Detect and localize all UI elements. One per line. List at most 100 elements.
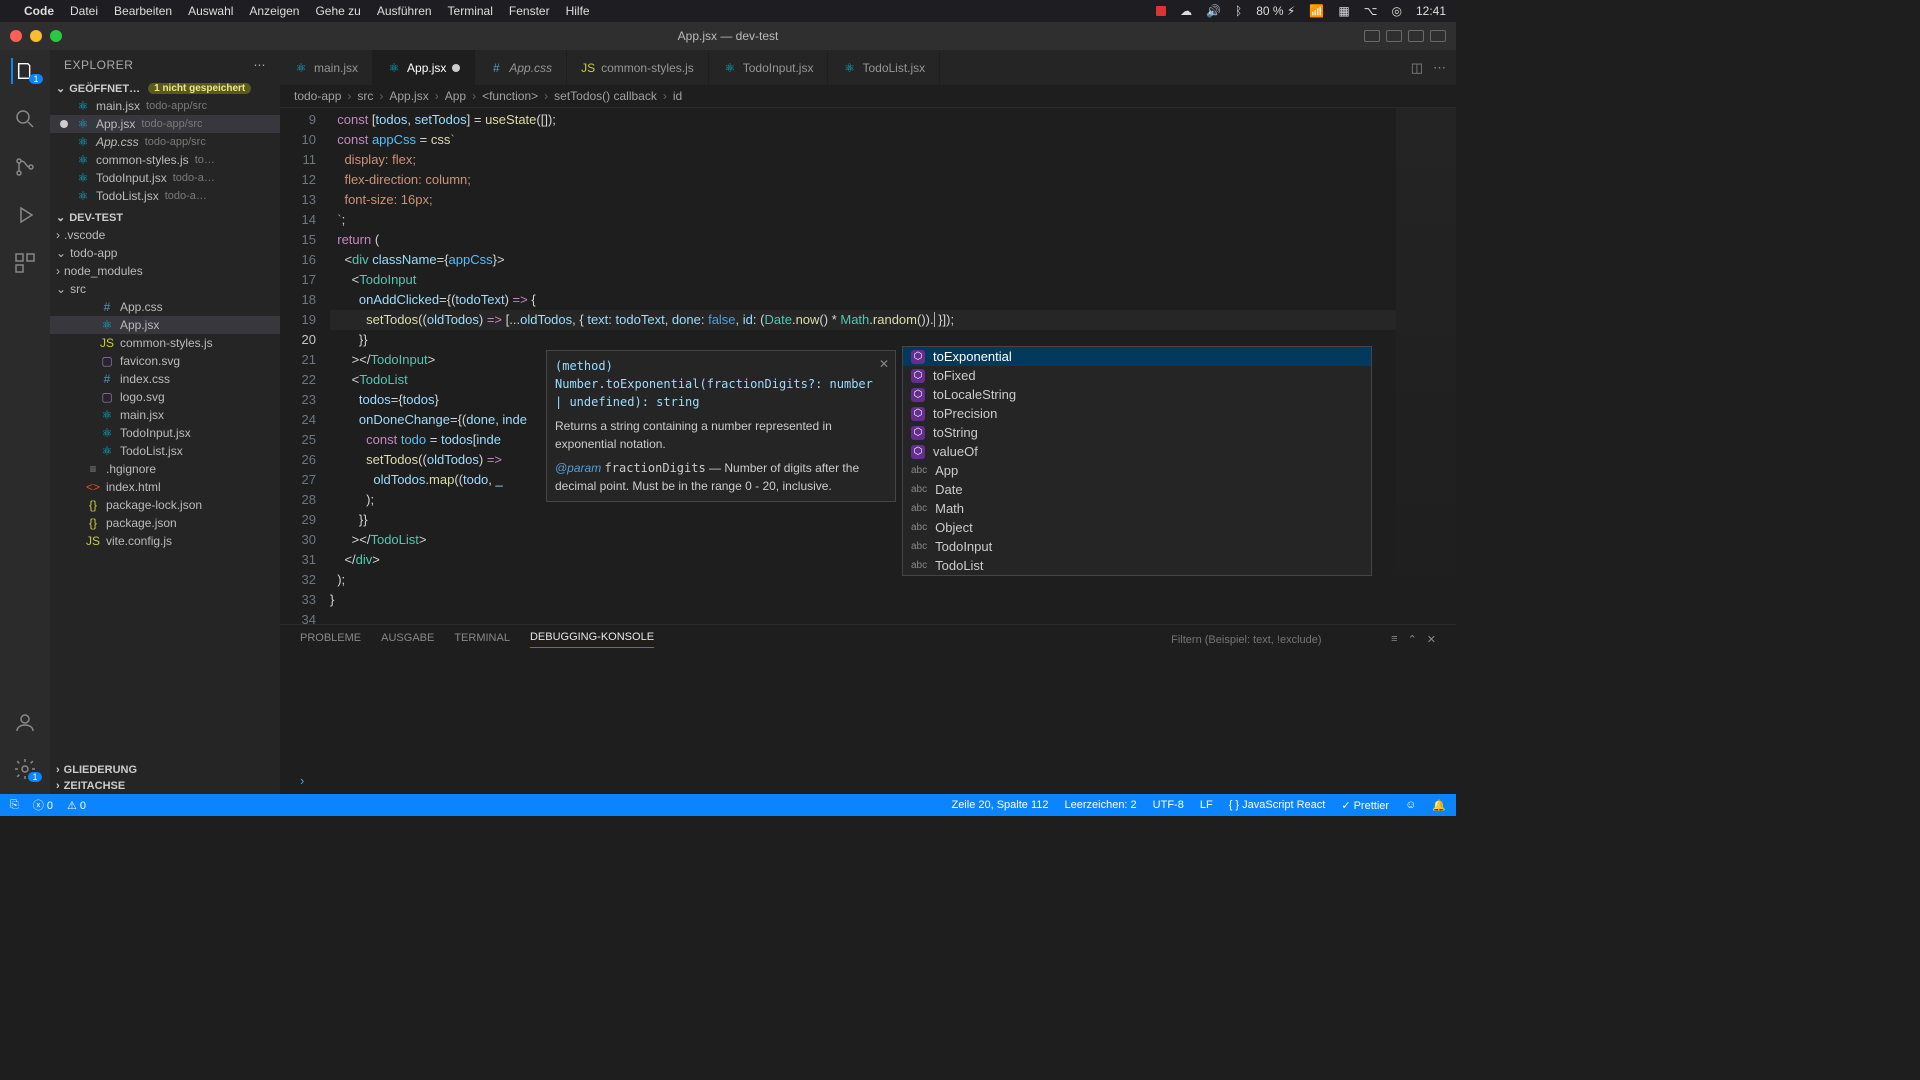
menu-selection[interactable]: Auswahl [188,4,233,18]
breadcrumb-item[interactable]: App.jsx [389,89,428,103]
layout-sidebar-icon[interactable] [1364,30,1380,42]
file-item[interactable]: JSvite.config.js [50,532,280,550]
breadcrumb-item[interactable]: setTodos() callback [554,89,657,103]
file-item[interactable]: <>index.html [50,478,280,496]
suggest-item[interactable]: ⬡toPrecision [903,404,1371,423]
panel-tab-debug-console[interactable]: DEBUGGING-KONSOLE [530,631,654,648]
editor-tab[interactable]: ⚛TodoInput.jsx [709,50,829,85]
status-warnings[interactable]: ⚠ 0 [67,799,86,812]
breadcrumb-item[interactable]: <function> [482,89,538,103]
status-spaces[interactable]: Leerzeichen: 2 [1065,799,1137,811]
file-item[interactable]: #App.css [50,298,280,316]
editor-tab[interactable]: ⚛main.jsx [280,50,373,85]
breadcrumb-item[interactable]: id [673,89,682,103]
status-wifi-icon[interactable]: 📶 [1309,4,1324,18]
editor-tab[interactable]: ⚛TodoList.jsx [828,50,940,85]
open-editor-item[interactable]: ⚛TodoInput.jsx todo-a… [50,169,280,187]
suggest-item[interactable]: ⬡toString [903,423,1371,442]
suggest-item[interactable]: abcObject [903,518,1371,537]
suggest-item[interactable]: abcMath [903,499,1371,518]
minimap[interactable] [1396,108,1456,624]
status-cloud-icon[interactable]: ☁ [1180,4,1192,18]
status-encoding[interactable]: UTF-8 [1153,799,1184,811]
status-cursor[interactable]: Zeile 20, Spalte 112 [951,799,1048,811]
open-editor-item[interactable]: ⚛App.jsx todo-app/src [50,115,280,133]
status-siri-icon[interactable]: ◎ [1391,4,1401,18]
status-time[interactable]: 12:41 [1416,4,1446,18]
zoom-window-button[interactable] [50,30,62,42]
activity-search-icon[interactable] [12,106,38,132]
file-item[interactable]: ▢logo.svg [50,388,280,406]
file-item[interactable]: ▢favicon.svg [50,352,280,370]
panel-close-icon[interactable]: ✕ [1427,633,1436,646]
suggest-item[interactable]: ⬡toFixed [903,366,1371,385]
menu-edit[interactable]: Bearbeiten [114,4,172,18]
file-item[interactable]: ⚛main.jsx [50,406,280,424]
status-language[interactable]: { } JavaScript React [1229,799,1326,811]
suggest-item[interactable]: ⬡toExponential [903,347,1371,366]
file-item[interactable]: JScommon-styles.js [50,334,280,352]
menu-app-name[interactable]: Code [24,4,54,18]
open-editor-item[interactable]: ⚛TodoList.jsx todo-a… [50,187,280,205]
status-remote-icon[interactable]: ⎘ [10,799,19,812]
file-item[interactable]: ⚛App.jsx [50,316,280,334]
menu-terminal[interactable]: Terminal [448,4,493,18]
folder-item[interactable]: ⌄src [50,280,280,298]
file-item[interactable]: #index.css [50,370,280,388]
panel-tab-terminal[interactable]: TERMINAL [454,632,510,648]
editor-tab[interactable]: #App.css [475,50,567,85]
status-speaker-icon[interactable]: 🔊 [1206,4,1221,18]
status-battery[interactable]: 80 % ⚡︎ [1256,4,1295,18]
activity-extensions-icon[interactable] [12,250,38,276]
layout-panel-icon[interactable] [1386,30,1402,42]
menu-run[interactable]: Ausführen [377,4,432,18]
panel-settings-icon[interactable]: ≡ [1391,633,1397,646]
breadcrumb-item[interactable]: todo-app [294,89,341,103]
suggest-widget[interactable]: ⬡toExponential⬡toFixed⬡toLocaleString⬡to… [902,346,1372,576]
close-window-button[interactable] [10,30,22,42]
activity-settings-icon[interactable]: 1 [12,756,38,782]
project-section[interactable]: ⌄ DEV-TEST [50,209,280,226]
menu-file[interactable]: Datei [70,4,98,18]
outline-section[interactable]: › GLIEDERUNG [50,762,280,778]
status-prettier[interactable]: ✓ Prettier [1341,799,1389,812]
file-item[interactable]: ≡.hgignore [50,460,280,478]
breadcrumb[interactable]: todo-app›src›App.jsx›App›<function>›setT… [280,85,1456,108]
status-bell-icon[interactable]: 🔔 [1432,799,1446,812]
breadcrumb-item[interactable]: src [357,89,373,103]
activity-debug-icon[interactable] [12,202,38,228]
sidebar-more-icon[interactable]: ⋯ [254,58,267,72]
timeline-section[interactable]: › ZEITACHSE [50,778,280,794]
minimize-window-button[interactable] [30,30,42,42]
menu-go[interactable]: Gehe zu [315,4,360,18]
panel-filter-input[interactable] [1171,634,1371,646]
status-control-icon[interactable]: ⌥ [1364,4,1378,18]
suggest-item[interactable]: abcTodoList [903,556,1371,575]
open-editor-item[interactable]: ⚛common-styles.js to… [50,151,280,169]
status-errors[interactable]: ⓧ 0 [33,797,53,813]
menu-view[interactable]: Anzeigen [249,4,299,18]
status-bluetooth-icon[interactable]: ᛒ [1235,4,1242,18]
folder-item[interactable]: ›.vscode [50,226,280,244]
activity-scm-icon[interactable] [12,154,38,180]
activity-account-icon[interactable] [12,710,38,736]
folder-item[interactable]: ›node_modules [50,262,280,280]
editor-more-icon[interactable]: ⋯ [1433,60,1446,76]
folder-item[interactable]: ⌄todo-app [50,244,280,262]
editor-tab[interactable]: ⚛App.jsx [373,50,475,85]
file-item[interactable]: {}package.json [50,514,280,532]
panel-tab-output[interactable]: AUSGABE [381,632,434,648]
editor-tab[interactable]: JScommon-styles.js [567,50,709,85]
activity-explorer-icon[interactable]: 1 [11,58,37,84]
open-editor-item[interactable]: ⚛App.css todo-app/src [50,133,280,151]
open-editor-item[interactable]: ⚛main.jsx todo-app/src [50,97,280,115]
suggest-item[interactable]: abcApp [903,461,1371,480]
menu-help[interactable]: Hilfe [566,4,590,18]
status-rec-icon[interactable] [1156,6,1166,16]
suggest-item[interactable]: abcDate [903,480,1371,499]
suggest-item[interactable]: ⬡toLocaleString [903,385,1371,404]
panel-collapse-icon[interactable]: ⌃ [1408,633,1417,646]
suggest-item[interactable]: abcTodoInput [903,537,1371,556]
status-eol[interactable]: LF [1200,799,1213,811]
suggest-item[interactable]: ⬡valueOf [903,442,1371,461]
